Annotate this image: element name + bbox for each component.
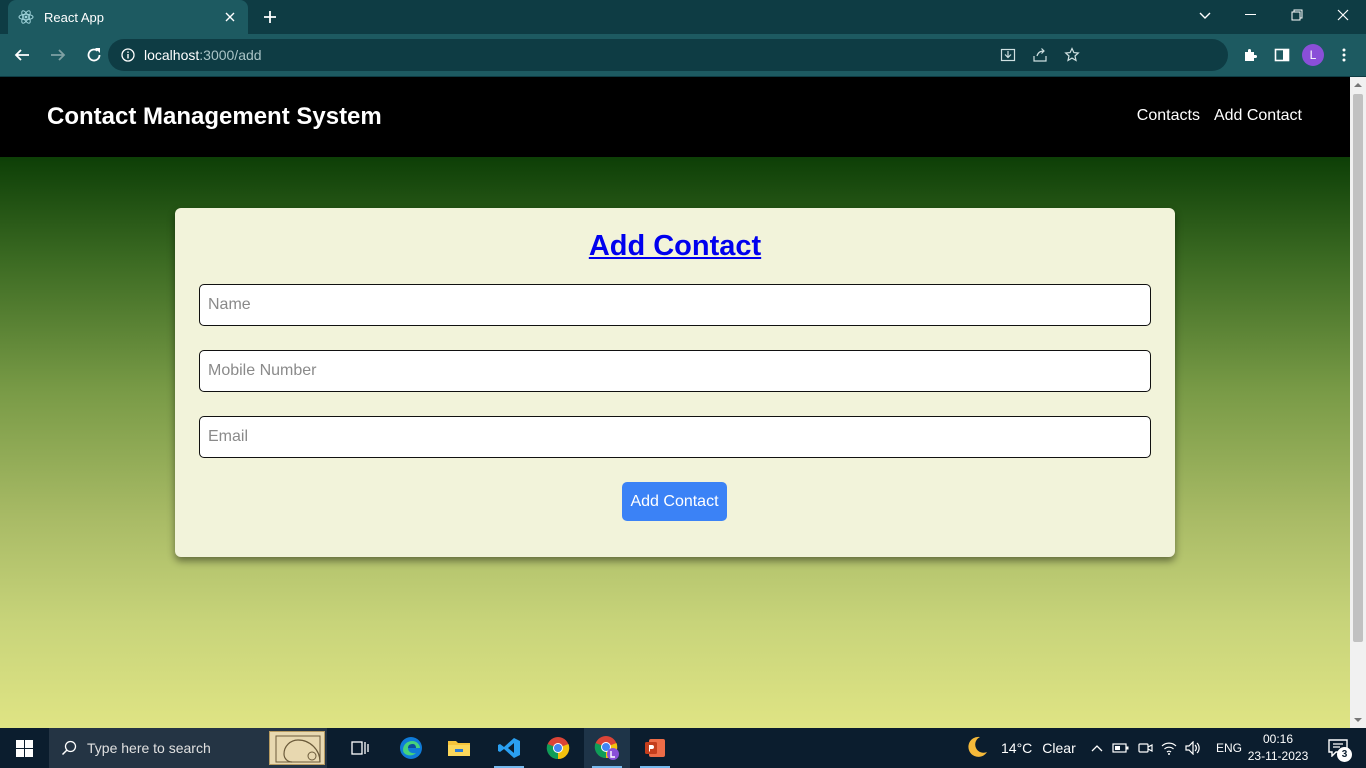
browser-toolbar: localhost:3000/add L — [0, 34, 1366, 76]
kebab-menu-icon[interactable] — [1332, 43, 1356, 67]
taskbar-clock[interactable]: 00:16 23-11-2023 — [1244, 731, 1312, 765]
reload-icon[interactable] — [78, 39, 110, 71]
battery-icon[interactable] — [1112, 736, 1130, 760]
search-icon — [61, 740, 77, 756]
scroll-down-icon[interactable] — [1350, 712, 1366, 728]
name-input[interactable] — [199, 284, 1151, 326]
share-icon[interactable] — [1028, 43, 1052, 67]
forward-arrow-icon[interactable] — [42, 39, 74, 71]
scroll-up-icon[interactable] — [1350, 77, 1366, 93]
browser-tab[interactable]: React App — [8, 0, 248, 34]
windows-taskbar: Type here to search 14°C Clear ENG 00:16… — [0, 728, 1366, 768]
back-arrow-icon[interactable] — [6, 39, 38, 71]
minimize-icon[interactable] — [1228, 0, 1274, 30]
taskbar-search-box[interactable]: Type here to search — [49, 728, 327, 768]
search-placeholder: Type here to search — [87, 740, 211, 756]
search-highlight-image[interactable] — [269, 731, 325, 765]
mobile-number-input[interactable] — [199, 350, 1151, 392]
info-icon[interactable] — [120, 47, 136, 63]
profile-avatar[interactable]: L — [1302, 44, 1324, 66]
nav-links: Contacts Add Contact — [1137, 107, 1302, 125]
chrome-profile-icon[interactable] — [584, 728, 630, 768]
notification-icon[interactable]: 3 — [1318, 728, 1358, 768]
speaker-icon[interactable] — [1184, 736, 1202, 760]
email-input[interactable] — [199, 416, 1151, 458]
wifi-icon[interactable] — [1160, 736, 1178, 760]
plus-icon[interactable] — [258, 6, 282, 28]
toolbar-right: L — [1238, 39, 1356, 71]
install-icon[interactable] — [996, 43, 1020, 67]
clock-date: 23-11-2023 — [1247, 749, 1309, 763]
window-controls — [1228, 0, 1366, 34]
powerpoint-icon[interactable] — [632, 728, 678, 768]
vscode-icon[interactable] — [486, 728, 532, 768]
meet-now-icon[interactable] — [1136, 736, 1154, 760]
weather-widget[interactable]: 14°C Clear — [965, 728, 1076, 768]
clock-time: 00:16 — [1262, 732, 1294, 746]
system-tray: ENG — [1088, 728, 1242, 768]
chevron-up-icon[interactable] — [1088, 736, 1106, 760]
form-title[interactable]: Add Contact — [175, 230, 1175, 263]
nav-link-contacts[interactable]: Contacts — [1137, 107, 1200, 125]
language-indicator[interactable]: ENG — [1216, 736, 1242, 760]
windows-start-icon[interactable] — [0, 728, 48, 768]
add-contact-form: Add Contact Add Contact — [175, 208, 1175, 557]
weather-temp: 14°C — [1001, 740, 1033, 756]
restore-icon[interactable] — [1274, 0, 1320, 30]
browser-tab-strip: React App — [0, 0, 1366, 34]
chrome-icon[interactable] — [535, 728, 581, 768]
extensions-icon[interactable] — [1238, 43, 1262, 67]
add-contact-button[interactable]: Add Contact — [622, 482, 727, 521]
tab-title: React App — [44, 9, 104, 25]
app-navbar: Contact Management System Contacts Add C… — [0, 77, 1350, 157]
sidepanel-icon[interactable] — [1270, 43, 1294, 67]
app-brand[interactable]: Contact Management System — [47, 103, 382, 131]
react-favicon-icon — [18, 9, 34, 25]
omnibox-actions — [996, 39, 1084, 71]
star-icon[interactable] — [1060, 43, 1084, 67]
page-viewport: Contact Management System Contacts Add C… — [0, 77, 1350, 728]
address-bar[interactable]: localhost:3000/add — [108, 39, 1228, 71]
moon-icon — [965, 735, 989, 762]
chevron-down-icon[interactable] — [1190, 4, 1220, 28]
close-window-icon[interactable] — [1320, 0, 1366, 30]
task-view-icon[interactable] — [337, 728, 383, 768]
url-path: :3000/add — [199, 47, 262, 63]
scroll-thumb[interactable] — [1353, 94, 1363, 642]
url-host: localhost — [144, 47, 200, 63]
file-explorer-icon[interactable] — [436, 728, 482, 768]
weather-desc: Clear — [1042, 740, 1076, 756]
page-scrollbar[interactable] — [1350, 77, 1366, 728]
nav-link-add-contact[interactable]: Add Contact — [1214, 107, 1302, 125]
close-icon[interactable] — [222, 9, 238, 25]
edge-icon[interactable] — [388, 728, 434, 768]
notification-count-badge: 3 — [1337, 747, 1352, 762]
